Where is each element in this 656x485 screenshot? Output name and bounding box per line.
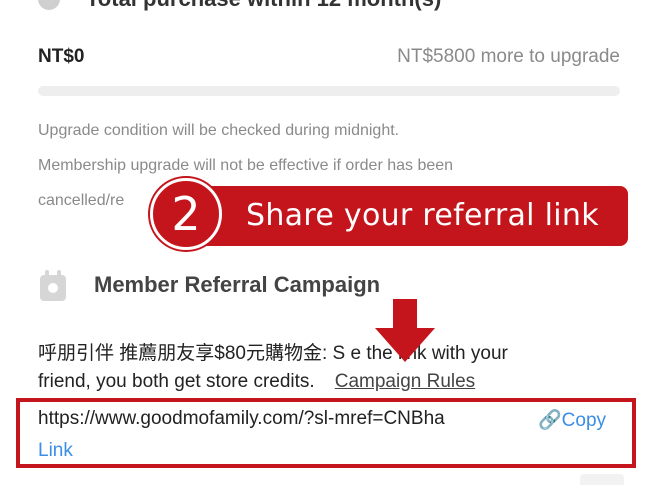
upgrade-note-2: Membership upgrade will not be effective… xyxy=(38,157,454,174)
copy-link-button-line2[interactable]: Link xyxy=(38,440,73,462)
campaign-rules-link[interactable]: Campaign Rules xyxy=(335,371,475,392)
campaign-description: 呼朋引伴 推薦朋友享$80元購物金: S e the link with you… xyxy=(38,343,508,364)
referral-url: https://www.goodmofamily.com/?sl-mref=CN… xyxy=(38,408,445,429)
upgrade-note-3: cancelled/re xyxy=(38,192,125,209)
next-card-edge xyxy=(580,474,624,485)
progress-bar xyxy=(38,86,620,96)
step-label: Share your referral link xyxy=(246,198,599,233)
copy-link-button[interactable]: 🔗Copy xyxy=(538,408,606,432)
campaign-description-text: friend, you both get store credits. xyxy=(38,371,315,392)
membership-icon xyxy=(38,0,60,10)
campaign-title: Member Referral Campaign xyxy=(94,272,381,297)
step-banner: 2 Share your referral link xyxy=(150,178,628,250)
campaign-description-line2: friend, you both get store credits. Campa… xyxy=(38,371,475,393)
current-amount: NT$0 xyxy=(38,46,85,67)
step-number: 2 xyxy=(171,187,201,241)
arrow-head-icon xyxy=(375,328,435,362)
upgrade-note-1: Upgrade condition will be checked during… xyxy=(38,122,400,139)
calendar-person-icon xyxy=(40,270,66,301)
upgrade-remaining: NT$5800 more to upgrade xyxy=(397,46,620,67)
step-circle: 2 xyxy=(150,178,222,250)
section-title: Total purchase within 12 month(s) xyxy=(86,0,441,12)
